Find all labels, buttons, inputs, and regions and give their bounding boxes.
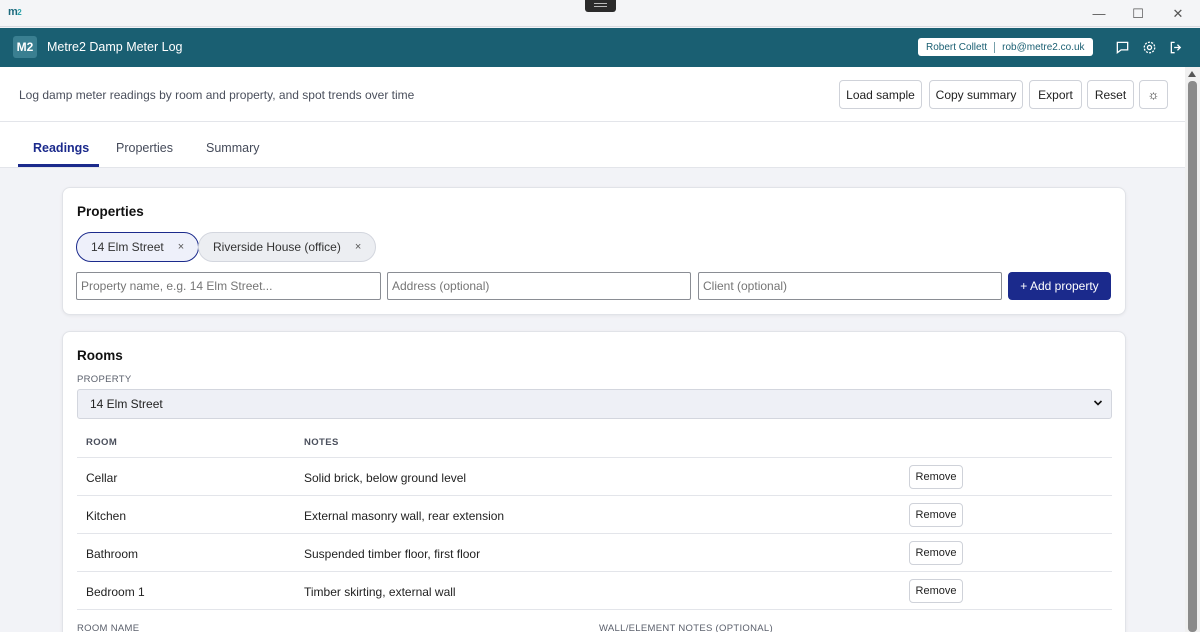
room-name: Cellar: [86, 471, 118, 485]
remove-room-button[interactable]: Remove: [909, 579, 963, 603]
row-divider: [77, 609, 1112, 610]
load-sample-button[interactable]: Load sample: [839, 80, 922, 109]
remove-room-button[interactable]: Remove: [909, 503, 963, 527]
window-titlebar: m2 — ☐ ✕: [0, 0, 1200, 27]
room-notes: External masonry wall, rear extension: [304, 509, 505, 523]
close-window-button[interactable]: ✕: [1160, 0, 1196, 27]
column-header-room: ROOM: [86, 437, 118, 448]
room-name: Kitchen: [86, 509, 127, 523]
table-row: Kitchen External masonry wall, rear exte…: [77, 496, 1112, 534]
scrollbar-thumb[interactable]: [1188, 81, 1197, 632]
room-name: Bathroom: [86, 547, 139, 561]
room-notes: Suspended timber floor, first floor: [304, 547, 481, 561]
remove-room-button[interactable]: Remove: [909, 541, 963, 565]
address-input[interactable]: [387, 272, 691, 300]
property-name-input[interactable]: [76, 272, 381, 300]
app-badge: M2: [13, 36, 37, 58]
toolbar: Log damp meter readings by room and prop…: [0, 67, 1185, 122]
property-select-label: PROPERTY: [77, 374, 132, 385]
export-button[interactable]: Export: [1029, 80, 1082, 109]
property-chip-label: 14 Elm Street: [91, 240, 164, 254]
theme-toggle-icon[interactable]: ☼: [1139, 80, 1168, 109]
table-row: Cellar Solid brick, below ground level R…: [77, 458, 1112, 496]
table-row: Bathroom Suspended timber floor, first f…: [77, 534, 1112, 572]
tab-summary[interactable]: Summary: [206, 141, 259, 155]
room-notes: Solid brick, below ground level: [304, 471, 467, 485]
client-input[interactable]: [698, 272, 1002, 300]
property-select[interactable]: 14 Elm Street: [77, 389, 1112, 419]
minimize-button[interactable]: —: [1081, 0, 1117, 27]
room-name-label: ROOM NAME: [77, 623, 140, 632]
properties-card: Properties 14 Elm Street × Riverside Hou…: [62, 187, 1126, 315]
remove-chip-icon[interactable]: ×: [178, 241, 184, 253]
column-header-notes: NOTES: [304, 437, 339, 448]
rooms-heading: Rooms: [77, 348, 123, 363]
tab-properties[interactable]: Properties: [116, 141, 173, 155]
add-property-button[interactable]: + Add property: [1008, 272, 1111, 300]
property-chip-label: Riverside House (office): [213, 240, 341, 254]
tab-readings[interactable]: Readings: [33, 141, 89, 155]
room-notes: Timber skirting, external wall: [304, 585, 456, 599]
app-description: Log damp meter readings by room and prop…: [19, 88, 415, 102]
maximize-button[interactable]: ☐: [1120, 0, 1156, 27]
user-email: rob@metre2.co.uk: [1002, 41, 1085, 53]
reset-button[interactable]: Reset: [1087, 80, 1134, 109]
active-tab-indicator: [18, 164, 99, 167]
app-header: M2 Metre2 Damp Meter Log Robert Collett …: [0, 28, 1200, 67]
scroll-up-icon[interactable]: [1188, 71, 1196, 77]
copy-summary-button[interactable]: Copy summary: [929, 80, 1023, 109]
room-name: Bedroom 1: [86, 585, 145, 599]
user-name: Robert Collett: [926, 41, 988, 53]
settings-gear-icon[interactable]: [1141, 39, 1157, 55]
tab-bar: Readings Properties Summary: [0, 122, 1185, 168]
logout-icon[interactable]: [1168, 39, 1184, 55]
divider: [994, 41, 996, 53]
page-scrollbar[interactable]: [1185, 67, 1200, 632]
remove-room-button[interactable]: Remove: [909, 465, 963, 489]
chevron-down-icon: [1093, 400, 1103, 406]
user-chip[interactable]: Robert Collett rob@metre2.co.uk: [918, 38, 1093, 56]
property-chip[interactable]: Riverside House (office) ×: [198, 232, 377, 262]
property-chip-selected[interactable]: 14 Elm Street ×: [76, 232, 200, 262]
selected-property: 14 Elm Street: [90, 397, 163, 411]
app-title: Metre2 Damp Meter Log: [47, 40, 183, 54]
chat-icon[interactable]: [1114, 39, 1130, 55]
app-logo: m2: [8, 6, 22, 18]
rooms-card: Rooms PROPERTY 14 Elm Street ROOM NOTES …: [62, 331, 1126, 632]
window-drag-handle[interactable]: [585, 0, 616, 12]
remove-chip-icon[interactable]: ×: [355, 241, 361, 253]
table-row: Bedroom 1 Timber skirting, external wall…: [77, 572, 1112, 610]
properties-heading: Properties: [77, 204, 144, 219]
wall-notes-label: WALL/ELEMENT NOTES (OPTIONAL): [599, 623, 773, 632]
